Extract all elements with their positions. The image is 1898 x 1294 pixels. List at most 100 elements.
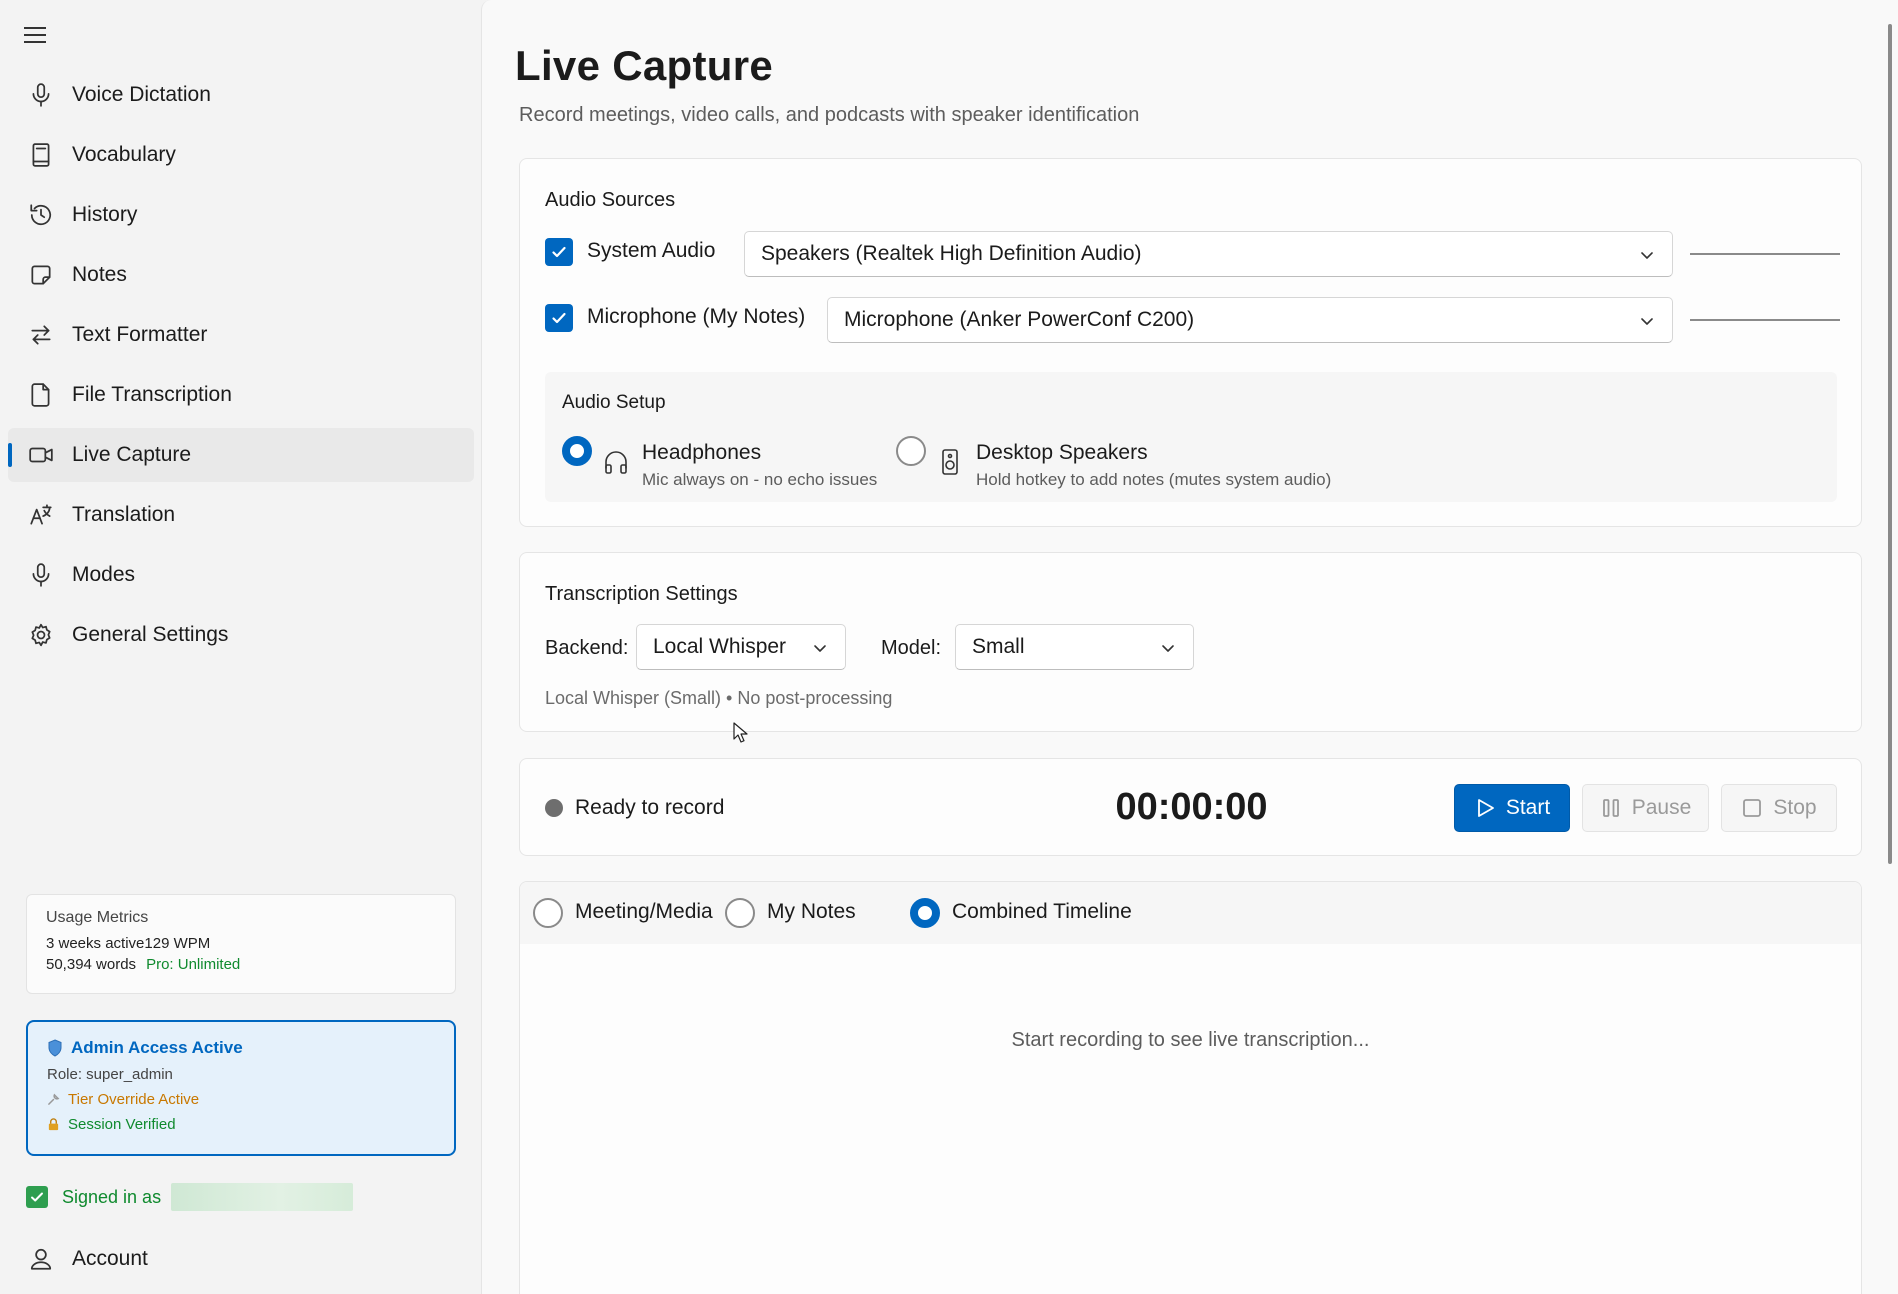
sidebar-item-label: Text Formatter (72, 323, 208, 346)
backend-label: Backend: (545, 637, 629, 659)
usage-active: 3 weeks active (46, 935, 145, 952)
view-tab-bar: Meeting/Media My Notes Combined Timeline (520, 882, 1861, 944)
person-icon (24, 1242, 58, 1276)
sidebar-item-file-transcription[interactable]: File Transcription (8, 368, 474, 422)
sidebar-item-label: Voice Dictation (72, 83, 211, 106)
admin-title: Admin Access Active (71, 1038, 243, 1057)
backend-select[interactable]: Local Whisper (636, 624, 846, 670)
sidebar-item-translation[interactable]: Translation (8, 488, 474, 542)
sidebar-item-label: Account (72, 1247, 148, 1270)
sidebar: Voice Dictation Vocabulary History Notes… (0, 0, 480, 1294)
audio-setup-title: Audio Setup (562, 392, 666, 413)
transcription-placeholder: Start recording to see live transcriptio… (1011, 1029, 1370, 1051)
usage-title: Usage Metrics (46, 909, 149, 926)
tab-my-notes-radio[interactable] (725, 898, 755, 928)
microphone-level-meter (1690, 319, 1840, 321)
tab-combined-timeline[interactable]: Combined Timeline (952, 900, 1132, 924)
sidebar-item-label: Modes (72, 563, 136, 586)
sidebar-item-label: Live Capture (72, 443, 192, 466)
recorder-card: Ready to record 00:00:00 Start Pause Sto… (519, 758, 1862, 856)
lock-icon (48, 1118, 59, 1131)
tab-meeting-media-radio[interactable] (533, 898, 563, 928)
transcript-card: Meeting/Media My Notes Combined Timeline… (519, 881, 1862, 1294)
system-audio-label: System Audio (587, 239, 716, 262)
nav-list: Voice Dictation Vocabulary History Notes… (8, 68, 474, 668)
start-button-label: Start (1505, 796, 1551, 819)
sidebar-item-general-settings[interactable]: General Settings (8, 608, 474, 662)
admin-session: Session Verified (68, 1116, 176, 1133)
admin-access-card: Admin Access Active Role: super_admin Ti… (26, 1020, 456, 1156)
gear-icon (24, 618, 58, 652)
usage-wpm: 129 WPM (144, 935, 211, 952)
model-label: Model: (881, 637, 942, 659)
pause-button[interactable]: Pause (1582, 784, 1709, 832)
sidebar-item-text-formatter[interactable]: Text Formatter (8, 308, 474, 362)
admin-role: Role: super_admin (47, 1066, 173, 1083)
headphones-radio[interactable] (562, 436, 592, 466)
translate-icon (24, 498, 58, 532)
usage-plan: Pro: Unlimited (146, 956, 241, 973)
book-icon (24, 138, 58, 172)
tab-my-notes[interactable]: My Notes (767, 900, 856, 924)
hamburger-menu-icon[interactable] (22, 22, 50, 50)
pause-icon (1602, 799, 1619, 817)
stop-icon (1743, 799, 1762, 817)
system-audio-checkbox[interactable] (545, 238, 573, 266)
microphone-icon (24, 78, 58, 112)
headphones-desc: Mic always on - no echo issues (642, 470, 878, 489)
document-icon (24, 378, 58, 412)
tab-meeting-media[interactable]: Meeting/Media (575, 900, 713, 924)
sidebar-item-account[interactable]: Account (8, 1232, 474, 1286)
start-button[interactable]: Start (1454, 784, 1570, 832)
wrench-icon (48, 1093, 60, 1105)
sidebar-item-notes[interactable]: Notes (8, 248, 474, 302)
admin-override: Tier Override Active (68, 1091, 200, 1108)
speaker-icon (937, 448, 963, 476)
audio-setup-panel: Audio Setup Headphones Mic always on - n… (545, 372, 1837, 502)
signed-in-status: Signed in as (26, 1182, 354, 1212)
microphone-device-select[interactable]: Microphone (Anker PowerConf C200) (827, 297, 1673, 343)
sidebar-item-label: File Transcription (72, 383, 232, 406)
stop-button[interactable]: Stop (1721, 784, 1837, 832)
sidebar-item-label: Translation (72, 503, 176, 526)
sidebar-item-label: History (72, 203, 138, 226)
audio-sources-card: Audio Sources System Audio Speakers (Rea… (519, 158, 1862, 527)
history-icon (24, 198, 58, 232)
desktop-speakers-desc: Hold hotkey to add notes (mutes system a… (976, 470, 1332, 489)
audio-sources-title: Audio Sources (545, 189, 676, 211)
sidebar-item-history[interactable]: History (8, 188, 474, 242)
system-audio-device-value: Speakers (Realtek High Definition Audio) (761, 242, 1142, 265)
sidebar-item-label: General Settings (72, 623, 229, 646)
main-content: Live Capture Record meetings, video call… (481, 0, 1898, 1294)
checkmark-icon (26, 1186, 48, 1208)
microphone-checkbox[interactable] (545, 304, 573, 332)
chevron-down-icon (1638, 312, 1656, 330)
desktop-speakers-radio[interactable] (896, 436, 926, 466)
model-select[interactable]: Small (955, 624, 1194, 670)
sidebar-item-modes[interactable]: Modes (8, 548, 474, 602)
sidebar-item-vocabulary[interactable]: Vocabulary (8, 128, 474, 182)
page-subtitle: Record meetings, video calls, and podcas… (519, 104, 1140, 126)
page-title: Live Capture (515, 42, 773, 89)
swap-arrows-icon (24, 318, 58, 352)
usage-metrics-card: Usage Metrics 3 weeks active 129 WPM 50,3… (26, 894, 456, 994)
sidebar-item-live-capture[interactable]: Live Capture (8, 428, 474, 482)
transcription-info: Local Whisper (Small) • No post-processi… (545, 688, 893, 708)
backend-value: Local Whisper (653, 635, 787, 658)
sidebar-item-label: Vocabulary (72, 143, 176, 166)
shield-icon (48, 1039, 62, 1057)
chevron-down-icon (1638, 246, 1656, 264)
video-camera-icon (24, 438, 58, 472)
sidebar-item-voice-dictation[interactable]: Voice Dictation (8, 68, 474, 122)
tab-combined-timeline-radio[interactable] (910, 898, 940, 928)
chevron-down-icon (1159, 639, 1177, 657)
pause-button-label: Pause (1631, 796, 1692, 819)
system-audio-device-select[interactable]: Speakers (Realtek High Definition Audio) (744, 231, 1673, 277)
note-icon (24, 258, 58, 292)
main-scrollbar[interactable] (1888, 24, 1892, 864)
model-value: Small (972, 635, 1025, 658)
headphones-icon (603, 448, 629, 476)
microphone-device-value: Microphone (Anker PowerConf C200) (844, 308, 1195, 331)
transcription-settings-card: Transcription Settings Backend: Local Wh… (519, 552, 1862, 732)
stop-button-label: Stop (1773, 796, 1817, 819)
